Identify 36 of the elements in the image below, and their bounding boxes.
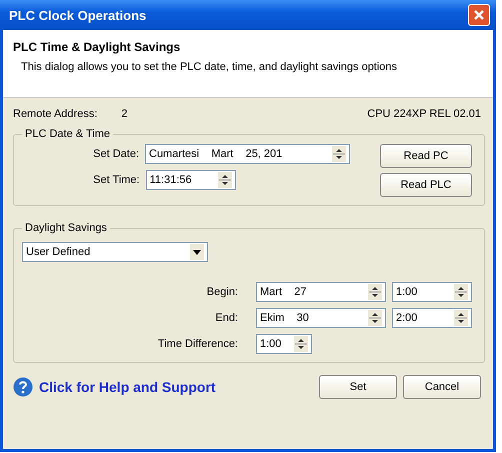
field-label: Begin: (206, 286, 238, 298)
spinner-arrows-icon[interactable] (368, 310, 382, 326)
close-icon (473, 9, 485, 21)
dialog-heading: PLC Time & Daylight Savings (13, 40, 182, 54)
dialog-description: This dialog allows you to set the PLC date, time, and daylight savings options (21, 61, 398, 73)
group-title: Daylight Savings (24, 222, 108, 234)
field-label: End: (214, 312, 238, 324)
help-link[interactable]: Click for Help and Support (39, 379, 216, 395)
spinner-arrows-icon[interactable] (454, 310, 468, 326)
date-picker[interactable]: Cumartesi Mart 25, 201 (145, 144, 350, 164)
date-picker[interactable]: Mart 27 (256, 282, 386, 302)
dialog-button[interactable]: Cancel (403, 375, 481, 399)
read-button[interactable]: Read PC (380, 144, 472, 168)
spinner-arrows-icon[interactable] (368, 284, 382, 300)
dialog-button[interactable]: Set (319, 375, 397, 399)
spinner-arrows-icon[interactable] (454, 284, 468, 300)
field-label: Time Difference: (158, 338, 238, 350)
remote-address-value: 2 (121, 108, 128, 120)
date-picker[interactable]: Ekim 30 (256, 308, 386, 328)
group-title: PLC Date & Time (24, 128, 111, 140)
remote-address-label: Remote Address: (13, 108, 98, 120)
cpu-version-text: CPU 224XP REL 02.01 (367, 108, 481, 120)
time-picker[interactable]: 11:31:56 (146, 170, 236, 190)
spinner-arrows-icon[interactable] (294, 336, 308, 352)
time-picker[interactable]: 1:00 (256, 334, 312, 354)
time-picker[interactable]: 1:00 (392, 282, 472, 302)
field-label: Set Time: (93, 174, 140, 186)
spinner-arrows-icon[interactable] (332, 146, 346, 162)
read-button[interactable]: Read PLC (380, 173, 472, 197)
time-picker[interactable]: 2:00 (392, 308, 472, 328)
mode-dropdown[interactable]: User Defined (22, 242, 208, 262)
help-icon (13, 377, 33, 397)
spinner-arrows-icon[interactable] (218, 172, 232, 188)
close-button[interactable] (468, 4, 490, 26)
window-title: PLC Clock Operations (9, 8, 146, 22)
field-label: Set Date: (93, 148, 139, 160)
